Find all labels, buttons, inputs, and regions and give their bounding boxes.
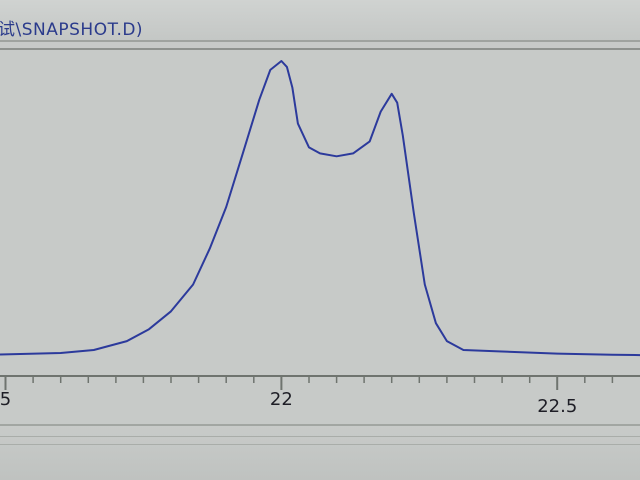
x-tick-label: 22.5 [537,396,578,417]
chromatogram-window: 试\SNAPSHOT.D) .52222.5 [0,0,640,480]
trace-group [0,60,640,357]
bottom-divider [0,444,640,445]
signal-trace [0,60,640,357]
x-axis [0,375,640,390]
bottom-divider [0,436,640,437]
x-tick-label: .5 [0,389,12,410]
bottom-panel [0,424,640,480]
x-tick-label: 22 [269,389,293,410]
